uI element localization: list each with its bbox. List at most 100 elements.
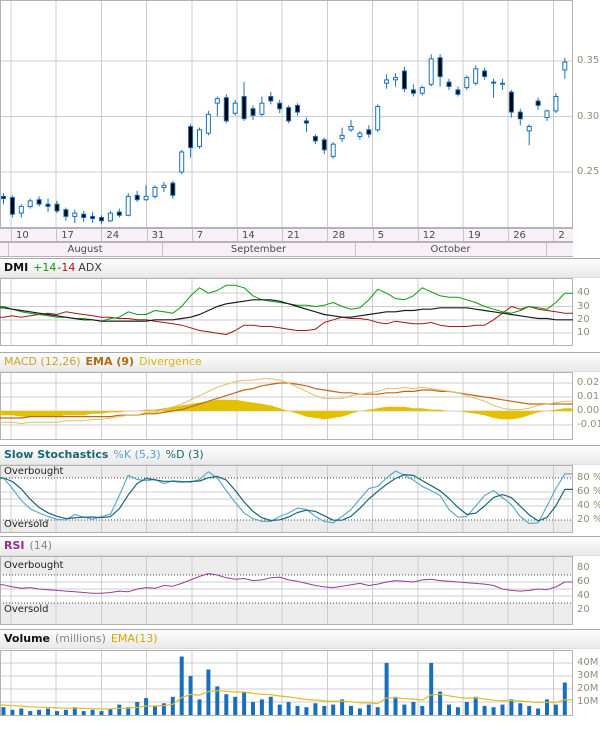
week-label: 10 — [16, 230, 29, 241]
candle-body — [108, 213, 112, 221]
dmi-plot-area — [0, 278, 573, 346]
week-tick — [373, 229, 374, 241]
rsi-oversold-label: Oversold — [4, 604, 49, 615]
volume-bar — [402, 705, 406, 715]
candle-body — [545, 111, 549, 118]
week-label: 21 — [287, 230, 300, 241]
candle-body — [224, 98, 228, 121]
stochastics-plot-area — [0, 465, 573, 533]
y-axis-label: -0.01 — [577, 419, 600, 430]
volume-bar — [180, 657, 184, 716]
volume-bar — [456, 707, 460, 715]
candle-body — [278, 103, 282, 109]
volume-bar — [349, 706, 353, 715]
volume-bar — [82, 711, 86, 715]
y-axis-label: 40 — [577, 287, 590, 298]
candle-body — [55, 204, 59, 211]
rsi-plot-area — [0, 556, 573, 625]
candle-body — [296, 105, 300, 112]
candle-body — [287, 108, 291, 121]
rsi-line — [0, 574, 573, 594]
volume-bar — [46, 709, 50, 716]
week-tick — [147, 229, 148, 241]
volume-bar — [447, 705, 451, 715]
candle-body — [180, 152, 184, 172]
week-tick — [282, 229, 283, 241]
week-tick — [553, 229, 554, 241]
y-axis-label: 20 — [577, 604, 590, 615]
y-axis-label: 60 % — [577, 486, 600, 497]
volume-bar — [153, 706, 157, 715]
candle-body — [171, 183, 175, 195]
candle-body — [340, 135, 344, 138]
candle-body — [536, 101, 540, 105]
candle-body — [189, 127, 193, 148]
volume-bar — [527, 706, 531, 715]
volume-bar — [28, 711, 32, 715]
y-axis-label: 40 — [577, 590, 590, 601]
candle-body — [198, 130, 202, 147]
candle-body — [19, 206, 23, 213]
y-axis-label: 30M — [577, 670, 598, 681]
week-tick — [327, 229, 328, 241]
week-label: 7 — [197, 230, 203, 241]
volume-bar — [331, 705, 335, 715]
candle-body — [518, 112, 522, 119]
volume-bar — [492, 707, 496, 715]
stoch-overbought-label: Overbought — [4, 466, 63, 477]
volume-bar — [171, 697, 175, 715]
month-divider — [546, 243, 547, 256]
week-tick — [11, 229, 12, 241]
stochastics-k-label: %K (5,3) — [113, 448, 160, 461]
week-tick — [463, 229, 464, 241]
volume-bar — [100, 711, 104, 715]
stock-chart: 10172431714212851219262 AugustSeptemberO… — [0, 0, 600, 740]
y-axis-label: 20 % — [577, 514, 600, 525]
week-tick — [56, 229, 57, 241]
volume-bar — [501, 705, 505, 715]
y-axis-label: 0.02 — [577, 377, 599, 388]
volume-bar — [367, 705, 371, 715]
volume-bar — [64, 710, 68, 715]
month-label: August — [8, 244, 162, 255]
macd-plot-area — [0, 372, 573, 440]
candle-body — [46, 204, 50, 206]
volume-bar — [198, 699, 202, 715]
candlestick-series — [2, 54, 567, 224]
candle-body — [385, 80, 389, 83]
candle-body — [492, 82, 496, 83]
stochastics-k-line — [0, 471, 573, 524]
candle-body — [474, 69, 478, 83]
volume-bar — [411, 702, 415, 715]
volume-panel-header: Volume(millions)EMA(13) — [0, 629, 600, 649]
y-axis-label: 40 % — [577, 500, 600, 511]
volume-ema-line — [0, 691, 573, 709]
volume-bar — [420, 706, 424, 715]
macd-ema-label: EMA (9) — [86, 355, 135, 368]
week-tick — [192, 229, 193, 241]
volume-bar — [19, 709, 23, 716]
volume-bar — [465, 702, 469, 715]
macd-divergence-label: Divergence — [139, 355, 202, 368]
stochastics-d-label: %D (3) — [166, 448, 204, 461]
candle-body — [100, 218, 104, 221]
candle-body — [420, 88, 424, 94]
volume-bar — [269, 697, 273, 715]
candle-body — [162, 185, 166, 187]
volume-bar — [474, 697, 478, 715]
volume-bar — [385, 663, 389, 715]
candle-body — [153, 188, 157, 197]
candle-body — [447, 82, 451, 86]
volume-bar — [233, 697, 237, 715]
candle-body — [64, 210, 68, 217]
candle-body — [206, 114, 210, 133]
candle-body — [91, 216, 95, 218]
week-tick — [508, 229, 509, 241]
candle-body — [465, 78, 469, 88]
week-label: 31 — [152, 230, 165, 241]
candle-body — [82, 214, 86, 217]
volume-bar — [563, 683, 567, 716]
candle-body — [358, 133, 362, 136]
y-axis-label: 0.25 — [577, 166, 599, 177]
candle-body — [233, 103, 237, 113]
